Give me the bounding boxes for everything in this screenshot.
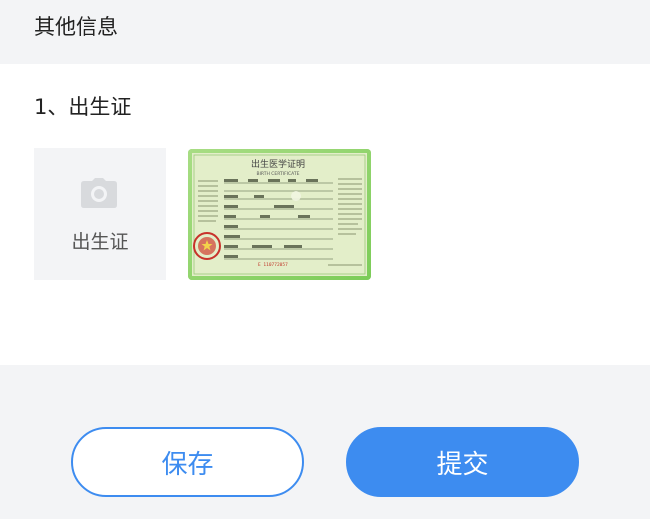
upload-birth-certificate-button[interactable]: 出生证: [34, 148, 166, 280]
certificate-serial: E 110772057: [258, 262, 288, 268]
birth-certificate-thumbnail[interactable]: 出生医学证明 BIRTH CERTIFICATE E 110772057: [188, 149, 371, 280]
upload-label: 出生证: [71, 231, 129, 253]
certificate-subheading: BIRTH CERTIFICATE: [256, 171, 299, 177]
section-header: 其他信息: [0, 0, 650, 64]
submit-button[interactable]: 提交: [346, 427, 579, 497]
save-button[interactable]: 保存: [71, 427, 304, 497]
camera-icon: [81, 178, 117, 208]
item-title: 1、出生证: [34, 95, 132, 119]
section-title: 其他信息: [34, 15, 118, 39]
content-panel: 1、出生证 出生证 出生医学证明 BIRTH CERTIFICATE E 110…: [0, 64, 650, 365]
footer-actions: 保存 提交: [0, 365, 650, 519]
certificate-heading: 出生医学证明: [251, 158, 305, 170]
